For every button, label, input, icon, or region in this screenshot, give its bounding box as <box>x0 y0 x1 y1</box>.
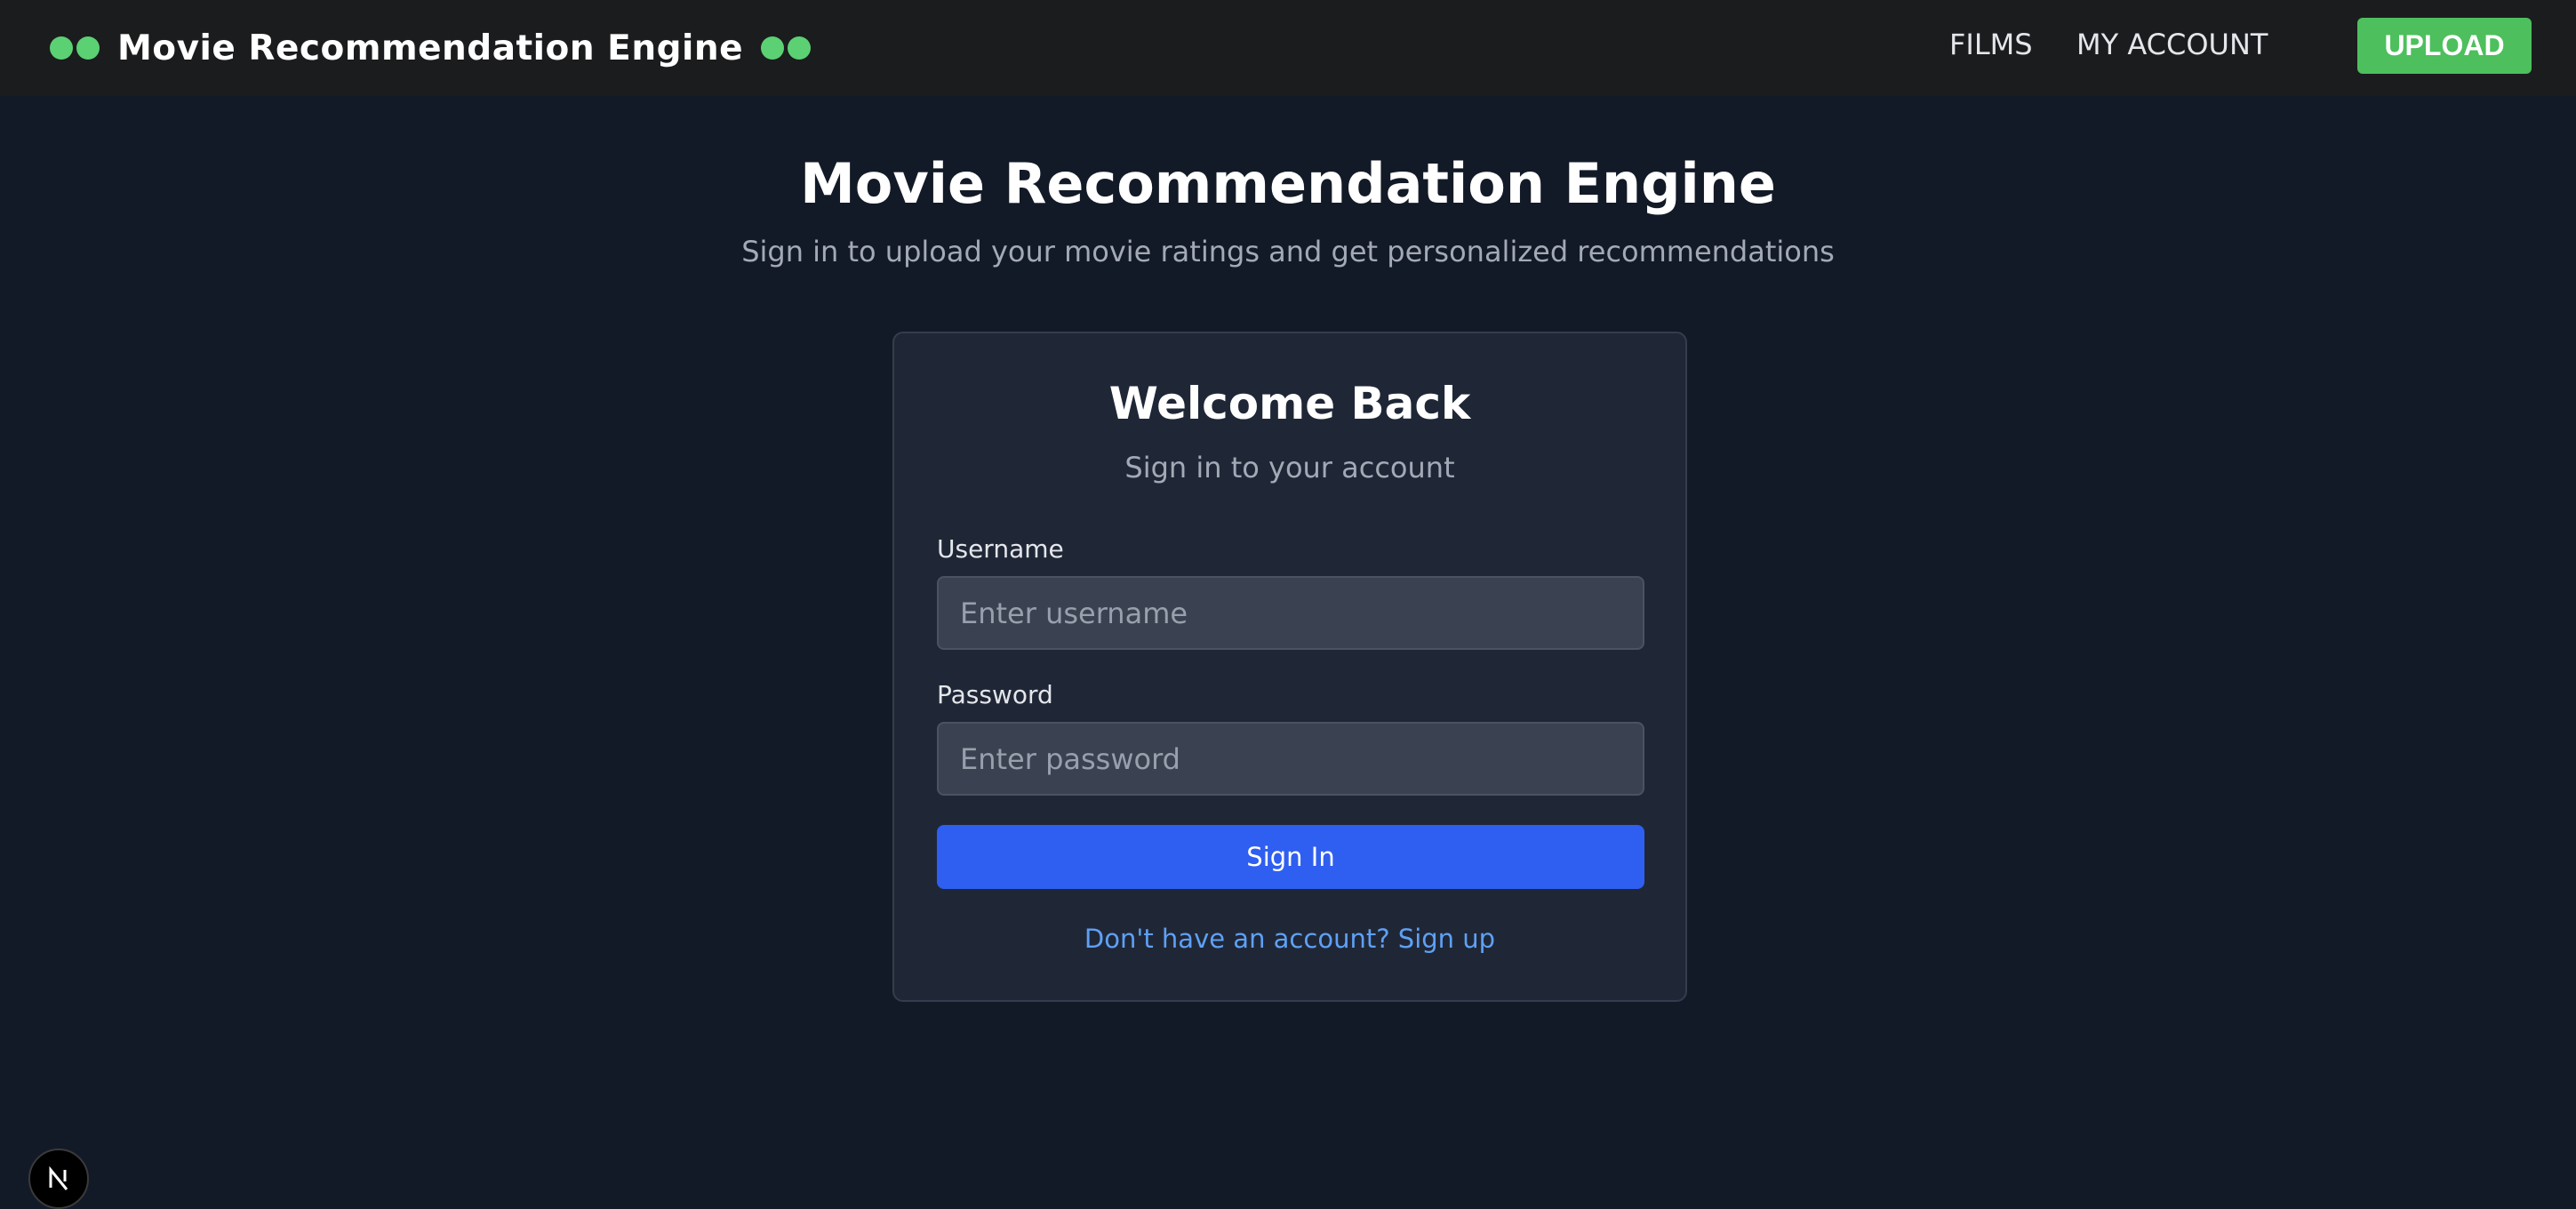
upload-button[interactable]: UPLOAD <box>2357 18 2532 74</box>
login-subtitle: Sign in to your account <box>1124 451 1455 484</box>
green-dot-icon <box>50 36 73 60</box>
page-title: Movie Recommendation Engine <box>800 151 1776 216</box>
sign-up-link[interactable]: Don't have an account? Sign up <box>894 924 1685 954</box>
top-navbar: Movie Recommendation Engine FILMS MY ACC… <box>0 0 2576 96</box>
brand[interactable]: Movie Recommendation Engine <box>50 0 814 96</box>
username-input[interactable] <box>937 576 1644 650</box>
username-label: Username <box>937 534 1064 564</box>
nextjs-n-icon <box>49 1165 68 1190</box>
password-input[interactable] <box>937 722 1644 796</box>
green-dot-icon <box>788 36 812 60</box>
green-dot-icon <box>761 36 785 60</box>
password-label: Password <box>937 680 1053 709</box>
nav-films[interactable]: FILMS <box>1949 28 2033 61</box>
login-title: Welcome Back <box>1108 378 1471 429</box>
brand-dots-right <box>761 36 814 60</box>
brand-dots-left <box>50 36 103 60</box>
page-subtitle: Sign in to upload your movie ratings and… <box>741 235 1835 268</box>
sign-in-button[interactable]: Sign In <box>937 825 1644 889</box>
nextjs-logo-icon[interactable] <box>28 1149 89 1209</box>
green-dot-icon <box>76 36 100 60</box>
login-card: Welcome Back Sign in to your account Use… <box>892 332 1687 1002</box>
brand-title: Movie Recommendation Engine <box>117 28 744 68</box>
nav-my-account[interactable]: MY ACCOUNT <box>2076 28 2268 61</box>
